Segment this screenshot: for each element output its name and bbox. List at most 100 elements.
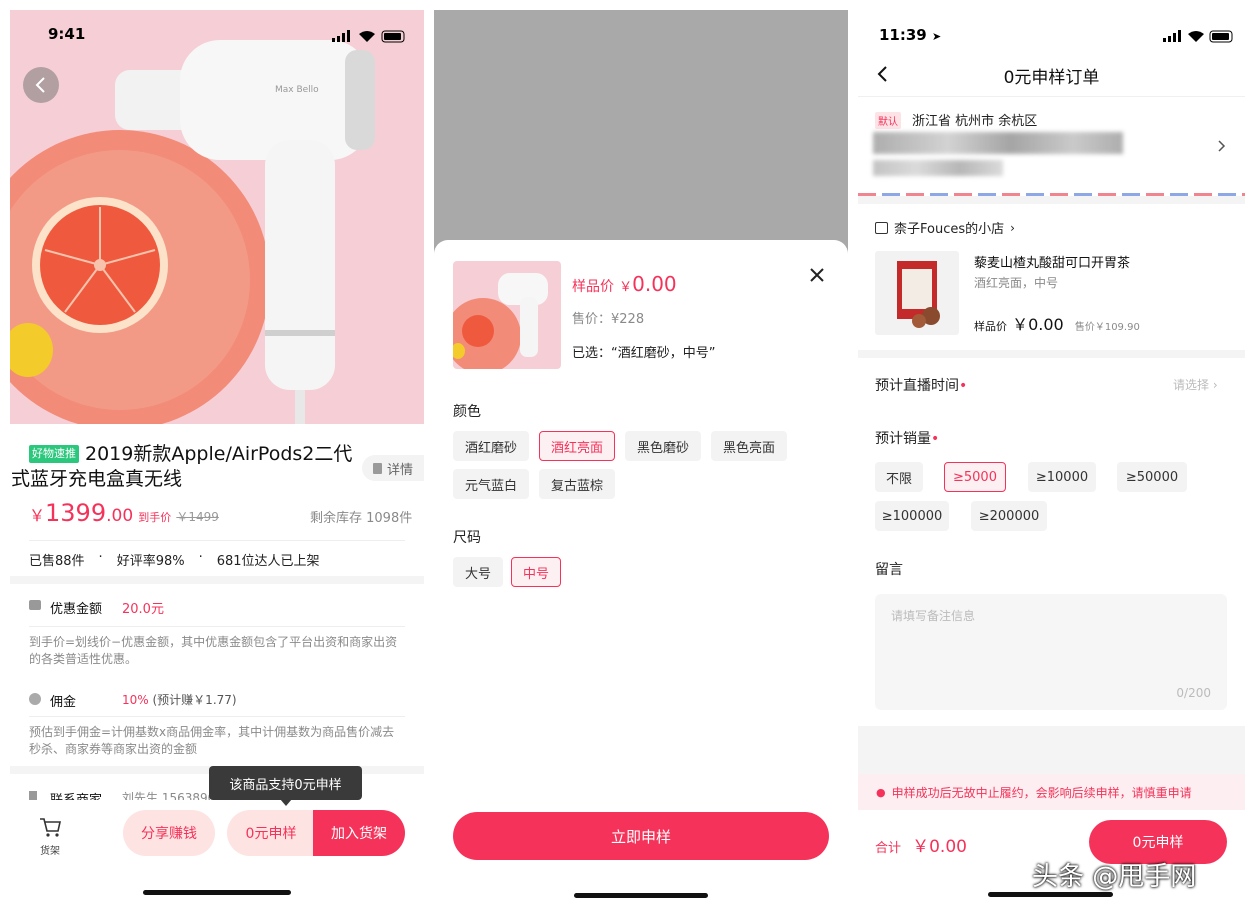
size-option-2[interactable]: 中号 (511, 557, 561, 587)
order-sample-price-label: 样品价 (974, 320, 1007, 333)
home-indicator (574, 893, 708, 898)
product-title-line2: 入耳式蓝牙充电盒真无线 (10, 468, 183, 490)
watermark: 头条 @甩手网 (1032, 862, 1197, 892)
bell-icon: ● (876, 785, 886, 799)
share-earn-label: 分享赚钱 (141, 826, 197, 842)
tea-box-photo (897, 261, 940, 328)
location-arrow-icon: ➤ (931, 30, 942, 43)
detail-button[interactable]: 详情 (362, 455, 424, 481)
remark-label: 留言 (875, 562, 903, 578)
status-icons (332, 30, 405, 43)
address-name-blurred (873, 160, 1003, 176)
address-detail-blurred (873, 132, 1123, 154)
order-product-name: 藜麦山楂丸酸甜可口开胃茶 (974, 256, 1131, 271)
chevron-right-icon (1218, 140, 1226, 152)
sales-label: 预计销量• (875, 431, 940, 447)
sales-option-5[interactable]: ≥100000 (875, 501, 949, 531)
commission-rate: 10% (122, 693, 149, 707)
cart-icon (40, 818, 61, 837)
product-title: 2019新款Apple/AirPods2二代 入耳式蓝牙充电盒真无线 (10, 442, 359, 492)
store-icon (875, 221, 888, 234)
warning-bar: ● 申样成功后无故中止履约，会影响后续申样，请慎重申请 (858, 774, 1245, 810)
sales-option-3[interactable]: ≥10000 (1028, 462, 1096, 492)
total-label: 合计 (875, 841, 902, 856)
tooltip-text: 该商品支持0元申样 (229, 777, 342, 793)
hair-dryer-thumb (453, 273, 548, 369)
commission-estimate: (预计赚￥1.77) (152, 693, 237, 707)
status-icons (1163, 30, 1233, 43)
live-time-select[interactable]: 请选择 › (1173, 376, 1218, 393)
sample-tooltip: 该商品支持0元申样 (209, 766, 362, 800)
sales-option-1[interactable]: 不限 (875, 462, 923, 492)
color-option-2[interactable]: 酒红亮面 (539, 431, 615, 461)
chevron-right-icon: › (1212, 378, 1218, 392)
tooltip-arrow (280, 799, 292, 806)
stat-creators: 681位达人已上架 (216, 554, 320, 569)
sales-option-2[interactable]: ≥5000 (944, 462, 1006, 492)
sku-sample-price: 样品价 ￥0.00 (572, 272, 677, 296)
price-int: 1399 (45, 499, 107, 527)
status-time: 9:41 (48, 25, 86, 43)
close-icon (810, 268, 824, 282)
price-dec: .00 (106, 506, 134, 526)
commission-value: 10% (预计赚￥1.77) (122, 691, 237, 708)
color-option-1[interactable]: 酒红磨砂 (453, 431, 529, 461)
remark-textarea[interactable]: 请填写备注信息 0/200 (875, 594, 1227, 710)
sku-sale-price: 售价：¥228 (572, 312, 645, 327)
total: 合计 ￥0.00 (875, 832, 967, 857)
commission-desc: 预估到手佣金=计佣基数x商品佣金率，其中计佣基数为商品售价减去秒杀、商家券等商家… (29, 725, 395, 756)
default-tag: 默认 (875, 112, 901, 129)
sample-order-screen: 11:39 ➤ 0元申样订单 默认 浙江省 杭州市 余杭区 柰子Fouces的小… (858, 10, 1245, 906)
document-icon (372, 462, 382, 474)
color-option-5[interactable]: 元气蓝白 (453, 469, 529, 499)
sku-sample-price-symbol: ￥ (619, 280, 633, 295)
commission-label: 佣金 (50, 695, 77, 710)
discount-label: 优惠金额 (50, 602, 103, 617)
product-hero-image: Max Bello (10, 10, 424, 424)
size-option-1[interactable]: 大号 (453, 557, 503, 587)
chevron-left-icon (35, 77, 45, 93)
order-product-spec: 酒红亮面，中号 (974, 276, 1059, 290)
hair-dryer-photo: Max Bello (10, 40, 375, 424)
discount-value: 20.0元 (122, 602, 164, 617)
color-option-6[interactable]: 复古蓝棕 (539, 469, 615, 499)
svg-text:Max Bello: Max Bello (275, 85, 319, 95)
status-time: 11:39 ➤ (879, 26, 942, 44)
order-sample-price-value: ￥0.00 (1012, 315, 1064, 334)
discount-desc: 到手价=划线价−优惠金额，其中优惠金额包含了平台出资和商家出资的各类普适性优惠。 (29, 635, 398, 666)
warning-text: 申样成功后无故中止履约，会影响后续申样，请慎重申请 (891, 785, 1192, 800)
stock-text: 剩余库存 1098件 (310, 511, 413, 526)
price-note: 到手价 (138, 511, 172, 524)
stat-sold: 已售88件 (29, 554, 85, 569)
apply-sample-button[interactable]: 立即申样 (453, 812, 829, 860)
shop-row[interactable]: 柰子Fouces的小店 › (875, 218, 1015, 237)
close-button[interactable] (804, 262, 830, 288)
color-option-3[interactable]: 黑色磨砂 (625, 431, 701, 461)
share-earn-button[interactable]: 分享赚钱 (123, 810, 215, 856)
sales-option-6[interactable]: ≥200000 (971, 501, 1047, 531)
apply-sample-label: 立即申样 (610, 827, 671, 846)
zero-sample-button[interactable]: 0元申样 (227, 810, 315, 856)
address-block[interactable]: 默认 浙江省 杭州市 余杭区 (858, 100, 1245, 192)
product-title-line1: 2019新款Apple/AirPods2二代 (85, 443, 353, 465)
add-to-shelf-button[interactable]: 加入货架 (313, 810, 405, 856)
stat-rating: 好评率98% (116, 554, 185, 569)
address-region: 浙江省 杭州市 余杭区 (912, 114, 1038, 129)
price-symbol: ￥ (29, 506, 46, 525)
original-price: ￥1499 (176, 510, 219, 524)
price: ￥1399.00 到手价 ￥1499 (29, 499, 219, 527)
chevron-right-icon: › (1010, 220, 1015, 235)
remark-placeholder: 请填写备注信息 (891, 609, 976, 623)
order-sample-price: 样品价 ￥0.00 售价￥109.90 (974, 311, 1140, 335)
sku-selector-screen: 样品价 ￥0.00 售价：¥228 已选：“酒红磨砂，中号” 颜色 酒红磨砂 酒… (434, 10, 848, 906)
color-option-4[interactable]: 黑色亮面 (711, 431, 787, 461)
commission-icon (29, 693, 41, 705)
remark-counter: 0/200 (1176, 686, 1211, 700)
shelf-button[interactable]: 货架 (34, 816, 66, 860)
color-title: 颜色 (453, 404, 481, 420)
total-value: ￥0.00 (912, 837, 967, 857)
stats-row: 已售88件 · 好评率98% · 681位达人已上架 (29, 550, 320, 569)
sales-option-4[interactable]: ≥50000 (1117, 462, 1187, 492)
zero-sample-label: 0元申样 (245, 826, 297, 842)
back-button[interactable] (23, 67, 59, 103)
